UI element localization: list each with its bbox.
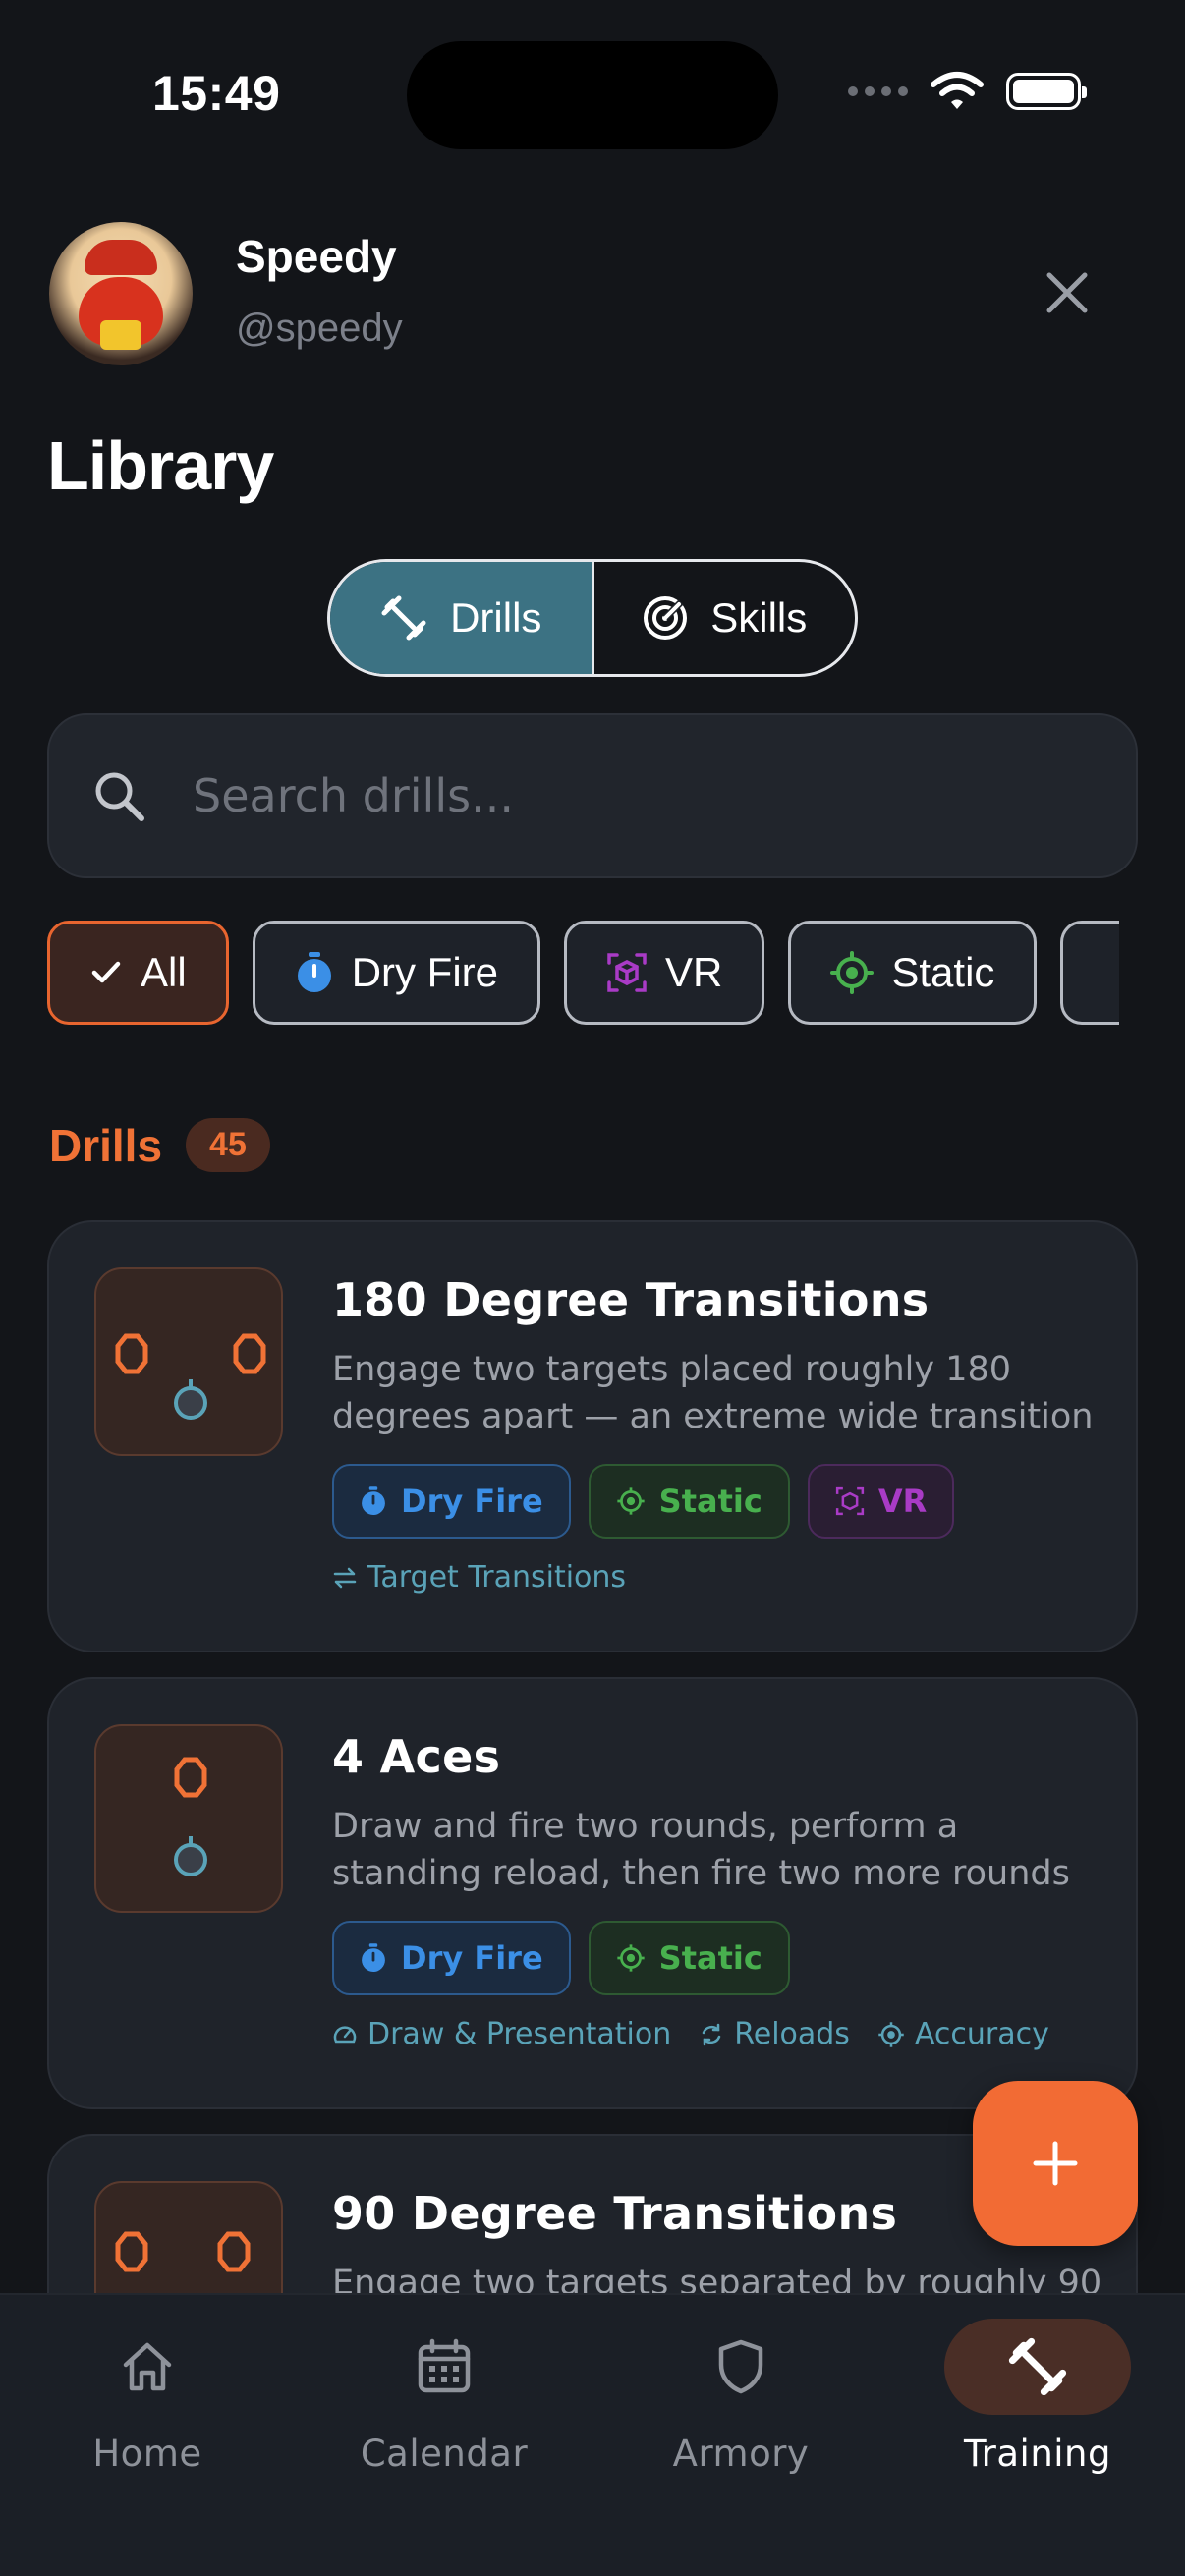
filter-chip-label: VR: [665, 949, 723, 995]
dumbbell-icon: [381, 595, 426, 641]
drill-skills: Target Transitions: [332, 1560, 1108, 1595]
dynamic-island: [407, 41, 778, 149]
crosshair-icon: [617, 1944, 645, 1972]
filter-chip-static[interactable]: Static: [788, 921, 1038, 1025]
nav-active-indicator: [944, 2319, 1131, 2415]
calendar-icon: [418, 2338, 471, 2393]
nav-item-home[interactable]: Home: [0, 2319, 295, 2475]
crosshair-icon: [830, 951, 875, 994]
bottom-nav: Home Calendar Armory Training: [0, 2293, 1185, 2576]
vr-cube-icon: [835, 1486, 864, 1516]
tag-vr: VR: [807, 1464, 955, 1539]
drill-description: Draw and fire two rounds, perform a stan…: [332, 1807, 1070, 1893]
drill-card[interactable]: 4 Aces Draw and fire two rounds, perform…: [47, 1677, 1138, 2109]
home-icon: [123, 2342, 172, 2391]
filter-chip-vr[interactable]: VR: [564, 921, 765, 1025]
tab-skills-label: Skills: [710, 594, 808, 641]
avatar[interactable]: [49, 222, 193, 365]
close-icon[interactable]: [1038, 263, 1097, 322]
stopwatch-icon: [362, 1486, 385, 1515]
nav-label: Armory: [672, 2433, 810, 2475]
skill-label: Accuracy: [914, 2017, 1049, 2051]
drill-thumbnail: [94, 1724, 283, 1913]
tag-label: Dry Fire: [401, 1483, 543, 1520]
gauge-icon: [333, 2025, 357, 2043]
tag-static: Static: [588, 1921, 790, 1995]
section-title: Drills: [49, 1119, 163, 1171]
drill-description: Engage two targets placed roughly 180 de…: [332, 1350, 1094, 1436]
tag-label: VR: [877, 1483, 928, 1520]
tab-drills-label: Drills: [450, 594, 542, 641]
profile-name: Speedy: [236, 231, 397, 282]
library-segmented-control: Drills Skills: [327, 559, 858, 677]
count-badge: 45: [186, 1118, 270, 1172]
tab-skills[interactable]: Skills: [591, 562, 856, 674]
nav-item-armory[interactable]: Armory: [593, 2319, 888, 2475]
section-header: Drills 45: [49, 1118, 270, 1172]
filter-chip-label: Dry Fire: [351, 949, 499, 995]
profile-handle: @speedy: [236, 307, 403, 350]
vr-cube-icon: [607, 953, 647, 992]
filter-chip-dry-fire[interactable]: Dry Fire: [252, 921, 541, 1025]
stopwatch-icon: [362, 1943, 385, 1972]
tag-label: Dry Fire: [401, 1939, 543, 1977]
battery-icon: [1006, 73, 1087, 110]
skill-label: Draw & Presentation: [367, 2017, 672, 2051]
reload-icon: [702, 2023, 721, 2045]
crosshair-icon: [878, 2021, 904, 2047]
cellular-signal-icon: [848, 86, 908, 96]
tab-drills[interactable]: Drills: [330, 562, 592, 674]
wifi-icon: [931, 72, 984, 109]
skill-item: Accuracy: [877, 2017, 1049, 2051]
skill-item: Reloads: [699, 2017, 850, 2051]
drill-skills: Draw & Presentation Reloads Accuracy: [332, 2017, 1108, 2051]
stopwatch-icon: [297, 952, 331, 992]
search-input[interactable]: [193, 769, 1077, 822]
nav-item-training[interactable]: Training: [890, 2319, 1185, 2475]
tag-dry-fire: Dry Fire: [332, 1921, 571, 1995]
targets-diagram: [174, 1757, 207, 1876]
skill-item: Target Transitions: [332, 1560, 626, 1595]
drill-title: 4 Aces: [332, 1730, 501, 1783]
crosshair-icon: [617, 1487, 645, 1515]
filter-chips: All Dry Fire VR Static: [47, 921, 1120, 1025]
library-screen: 15:49 Speedy @speedy Library Drills Skil…: [0, 0, 1185, 2576]
shield-icon: [718, 2339, 763, 2394]
nav-label: Calendar: [360, 2433, 529, 2475]
nav-label: Training: [964, 2433, 1111, 2475]
targets-diagram: [115, 1333, 266, 1420]
drill-tags: Dry Fire Static VR: [332, 1464, 1108, 1539]
target-icon: [644, 596, 688, 640]
skill-label: Reloads: [734, 2017, 850, 2051]
nav-item-calendar[interactable]: Calendar: [297, 2319, 592, 2475]
filter-chip-label: All: [141, 949, 187, 995]
drill-title: 180 Degree Transitions: [332, 1273, 930, 1326]
drill-card[interactable]: 180 Degree Transitions Engage two target…: [47, 1220, 1138, 1652]
filter-chip-label: Static: [891, 949, 995, 995]
plus-icon: [1033, 2141, 1078, 2186]
tag-dry-fire: Dry Fire: [332, 1464, 571, 1539]
status-time: 15:49: [152, 66, 281, 121]
drill-tags: Dry Fire Static: [332, 1921, 1108, 1995]
nav-label: Home: [92, 2433, 202, 2475]
check-icon: [91, 961, 121, 983]
page-title: Library: [47, 427, 274, 504]
search-icon: [95, 772, 144, 821]
drill-thumbnail: [94, 1267, 283, 1456]
skill-item: Draw & Presentation: [332, 2017, 671, 2051]
tag-label: Static: [658, 1939, 762, 1977]
dumbbell-icon: [1008, 2337, 1067, 2396]
filter-chip-all[interactable]: All: [47, 921, 229, 1025]
filter-chip-more[interactable]: [1060, 921, 1120, 1025]
add-drill-button[interactable]: [973, 2081, 1138, 2246]
transition-arrows-icon: [333, 1567, 357, 1588]
tag-static: Static: [588, 1464, 790, 1539]
tag-label: Static: [658, 1483, 762, 1520]
skill-label: Target Transitions: [367, 1560, 627, 1595]
search-bar: [47, 713, 1138, 878]
status-icons: [848, 71, 1087, 112]
